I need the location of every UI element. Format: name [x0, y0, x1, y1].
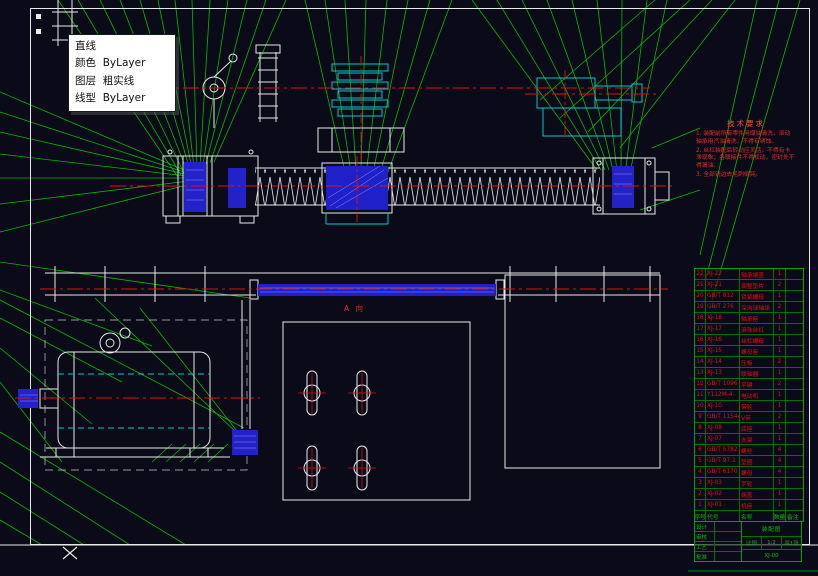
- bom-row: 1 XJ-01 机座 1: [695, 499, 803, 510]
- bom-row: 9 GB/T 11544 V带 2: [695, 411, 803, 422]
- title-block-label: 工艺: [695, 542, 715, 551]
- slot-plate[interactable]: [282, 274, 661, 501]
- tooltip-layer-row: 图层 粗实线: [75, 74, 135, 87]
- bom-row: 20 GB/T 812 锁紧螺母 1: [695, 290, 803, 301]
- bom-row: 22 XJ-22 轴承端盖 1: [695, 269, 803, 279]
- rollover-tooltip: 直线 颜色 ByLayer 图层 粗实线 线型 ByLayer: [68, 34, 176, 113]
- bom-row: 14 XJ-14 压板 2: [695, 356, 803, 367]
- bom-row: 12 GB/T 1096 平键 2: [695, 378, 803, 389]
- title-block-label: 设计: [695, 522, 715, 531]
- bom-row: 16 XJ-16 丝杠螺母 1: [695, 334, 803, 345]
- title-block-main: 装配图 比例 1:2 共1张 XJ-00: [742, 522, 801, 561]
- bom-row: 2 XJ-02 端盖 1: [695, 488, 803, 499]
- bom-row: 11 Y112M-4 电动机 1: [695, 389, 803, 400]
- bom-row: 6 GB/T 5782 螺栓 4: [695, 444, 803, 455]
- bom-row: 3 XJ-03 手轮 1: [695, 477, 803, 488]
- tech-note-line: 1. 装配前所有零件用煤油清洗，滚动轴承用汽油清洗，不得有锈蚀。: [696, 131, 791, 145]
- cad-viewport[interactable]: 直线 颜色 ByLayer 图层 粗实线 线型 ByLayer 技术要求 1. …: [0, 0, 818, 576]
- bom-table-rows: 22 XJ-22 轴承端盖 1 21 XJ-21 调整垫片 2 20 GB/T 812 锁紧螺母 1 1…: [695, 269, 803, 521]
- tooltip-entity-type: 直线: [75, 40, 96, 52]
- tailstock-body: [536, 77, 596, 109]
- bom-row: 17 XJ-17 滚珠丝杠 1: [695, 323, 803, 334]
- bom-row: 10 XJ-10 带轮 1: [695, 400, 803, 411]
- drawing-title: 装配图: [742, 522, 801, 537]
- title-block-signatures: 设计 审核 工艺 批准: [695, 522, 742, 561]
- bom-row: 8 XJ-08 底座 1: [695, 422, 803, 433]
- bom-row: 19 GB/T 276 深沟球轴承 2: [695, 301, 803, 312]
- scale-label: 比例: [745, 541, 757, 547]
- tooltip-color-row: 颜色 ByLayer: [75, 57, 146, 70]
- bom-row: 13 XJ-13 联轴器 1: [695, 367, 803, 378]
- bom-row: 18 XJ-18 轴承座 1: [695, 312, 803, 323]
- motor-assembly[interactable]: [39, 300, 251, 471]
- tech-note-line: 3. 全部锐边去毛刺倒钝。: [696, 172, 762, 179]
- scale-value: 1:2: [761, 537, 781, 549]
- tech-note-line: 2. 丝杠装配后转动应灵活，不得有卡滞现象；各联接件不得松动，密封处不得漏油。: [696, 147, 795, 170]
- title-block: 设计 审核 工艺 批准 装配图 比例 1:2 共1张 XJ-00: [694, 521, 802, 562]
- blue-details: [18, 162, 634, 455]
- cyan-parts[interactable]: [58, 63, 643, 429]
- bom-table: 22 XJ-22 轴承端盖 1 21 XJ-21 调整垫片 2 20 GB/T 812 锁紧螺母 1 1…: [694, 268, 804, 522]
- bom-row: 15 XJ-15 螺母座 1: [695, 345, 803, 356]
- tooltip-linetype-row: 线型 ByLayer: [75, 91, 146, 104]
- bom-row: 21 XJ-21 调整垫片 2: [695, 279, 803, 290]
- bom-row: 7 XJ-07 支架 1: [695, 433, 803, 444]
- crosshair-cursor[interactable]: [62, 546, 78, 560]
- view-label: A 向: [344, 304, 366, 313]
- title-block-label: 审核: [695, 532, 715, 541]
- title-block-label: 批准: [695, 552, 715, 561]
- drawing-number: XJ-00: [764, 552, 779, 559]
- side-panel: [504, 274, 661, 469]
- bom-row: 4 GB/T 6170 螺母 4: [695, 466, 803, 477]
- bom-header-row: 序号代号名称数量备注: [695, 510, 803, 521]
- sheet-count: 共1张: [781, 537, 801, 549]
- bom-row: 5 GB/T 97.1 垫圈 4: [695, 455, 803, 466]
- tech-requirements-title: 技术要求: [727, 119, 765, 128]
- tech-notes-items: 1. 装配前所有零件用煤油清洗，滚动轴承用汽油清洗，不得有锈蚀。 2. 丝杠装配后…: [696, 131, 796, 180]
- tech-requirements: 技术要求 1. 装配前所有零件用煤油清洗，滚动轴承用汽油清洗，不得有锈蚀。 2. …: [696, 118, 796, 181]
